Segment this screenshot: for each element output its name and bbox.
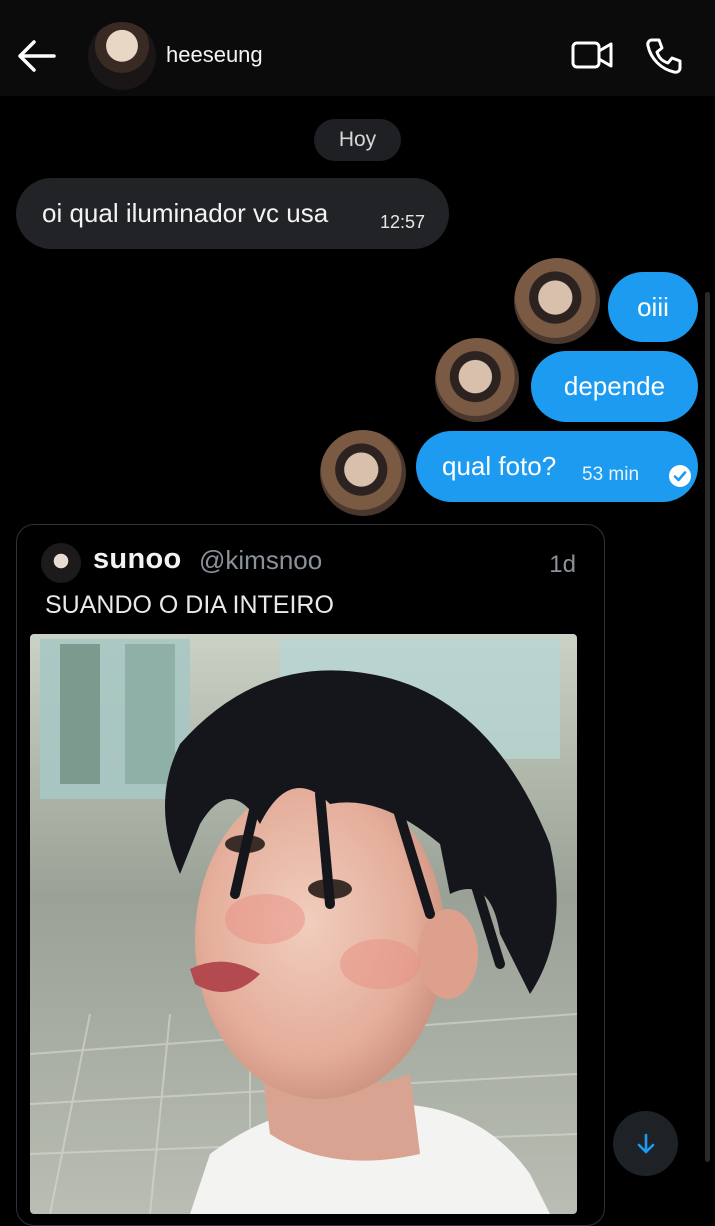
message-text: depende [563,371,666,401]
date-separator: Hoy [314,119,401,161]
chat-header: heeseung [0,0,715,96]
shared-tweet-card[interactable]: sunoo @kimsnoo 1d SUANDO O DIA INTEIRO [16,524,605,1226]
tweet-author-avatar[interactable] [41,543,81,583]
sender-avatar [435,338,519,422]
arrow-down-icon [637,1133,654,1153]
phone-icon[interactable] [644,36,684,76]
scrollbar[interactable] [705,292,710,1162]
contact-name[interactable]: heeseung [166,42,263,68]
message-time: 12:57 [379,212,425,232]
tweet-author-handle[interactable]: @kimsnoo [199,545,322,576]
outgoing-message[interactable]: oiii [608,272,698,342]
tweet-author-name[interactable]: sunoo [93,543,182,576]
sender-avatar [514,258,600,344]
back-arrow-icon[interactable] [16,38,56,74]
tweet-photo[interactable] [30,634,577,1214]
message-text: oiii [637,291,669,322]
sender-avatar [320,430,406,516]
message-text: qual foto? [442,451,557,481]
outgoing-message[interactable]: qual foto? 53 min [416,431,698,502]
tweet-timestamp: 1d [549,551,576,578]
video-call-icon[interactable] [570,38,614,72]
scroll-to-bottom-button[interactable] [613,1111,678,1176]
tweet-text: SUANDO O DIA INTEIRO [45,591,334,619]
message-text: oi qual iluminador vc usa [42,198,329,228]
outgoing-message[interactable]: depende [531,351,698,422]
read-check-icon [669,465,691,487]
message-time: 53 min [582,464,640,485]
contact-avatar[interactable] [88,22,156,90]
incoming-message[interactable]: oi qual iluminador vc usa 12:57 [16,178,449,249]
